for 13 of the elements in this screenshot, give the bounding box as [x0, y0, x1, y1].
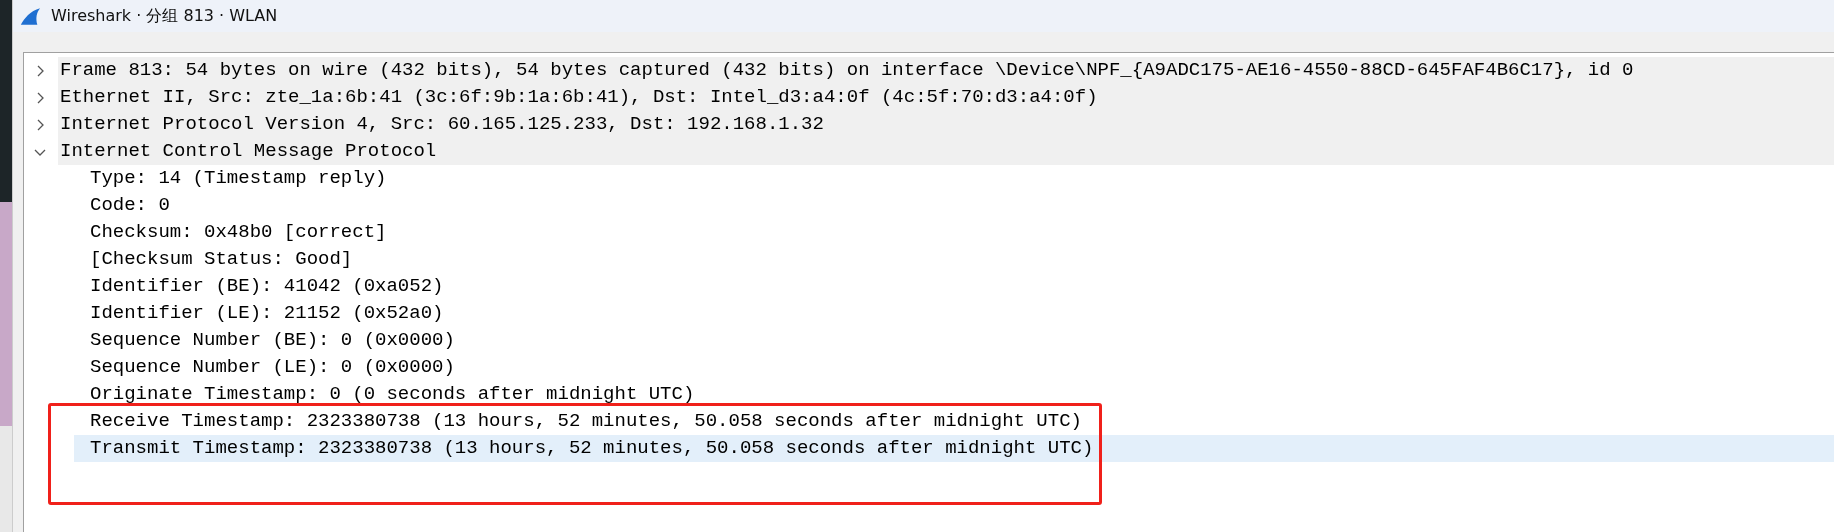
tree-item[interactable]: Receive Timestamp: 2323380738 (13 hours, 52 minutes, 50.058 seconds after midnight UTC) — [74, 408, 1834, 435]
tree-item[interactable]: [Checksum Status: Good] — [74, 246, 1834, 273]
tree-item[interactable]: Code: 0 — [74, 192, 1834, 219]
shark-fin-icon — [19, 6, 41, 26]
tree-item[interactable]: Transmit Timestamp: 2323380738 (13 hours, 52 minutes, 50.058 seconds after midnight UTC) — [74, 435, 1834, 462]
tree-item[interactable]: Originate Timestamp: 0 (0 seconds after midnight UTC) — [74, 381, 1834, 408]
tree-item[interactable]: Sequence Number (LE): 0 (0x0000) — [74, 354, 1834, 381]
tree-item[interactable]: Identifier (LE): 21152 (0x52a0) — [74, 300, 1834, 327]
window-title: Wireshark · 分组 813 · WLAN — [51, 5, 278, 27]
tree-item[interactable]: Identifier (BE): 41042 (0xa052) — [74, 273, 1834, 300]
tree-item[interactable]: Checksum: 0x48b0 [correct] — [74, 219, 1834, 246]
tree-item[interactable]: Type: 14 (Timestamp reply) — [74, 165, 1834, 192]
tree-item[interactable]: Sequence Number (BE): 0 (0x0000) — [74, 327, 1834, 354]
